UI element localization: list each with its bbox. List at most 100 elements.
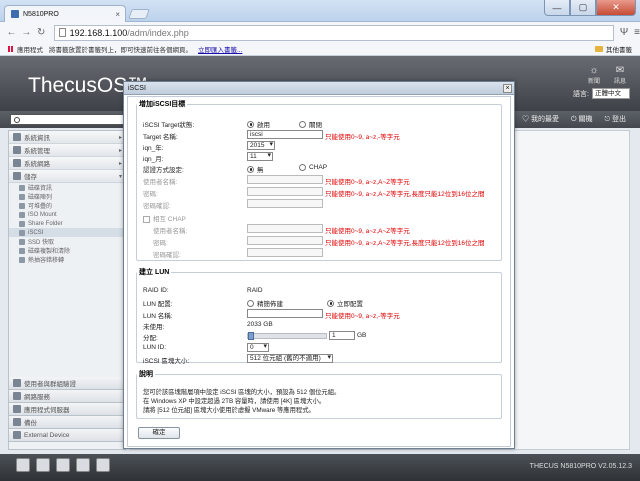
info-icon [13, 133, 21, 141]
sidebar-item-external-device[interactable]: External Device [8, 429, 126, 442]
sidebar-item-share-folder[interactable]: Share Folder [9, 219, 125, 228]
target-name-label: Target 名稱: [143, 134, 178, 141]
sidebar-label: 應用程式伺服器 [24, 407, 70, 414]
sidebar-item-disk-clone[interactable]: 磁碟複製和清除 [9, 246, 125, 255]
sidebar-item-raid[interactable]: 磁碟陣列 [9, 192, 125, 201]
sidebar-item-storage[interactable]: 儲存 ▾ [9, 170, 125, 183]
password-confirm-label: 密碼確認: [143, 203, 171, 210]
sidebar-item-ssd-cache[interactable]: SSD 快取 [9, 237, 125, 246]
username-label: 使用者名稱: [143, 179, 178, 186]
sidebar-sub-label: 磁碟資訊 [28, 186, 53, 192]
mutual-chap-checkbox[interactable]: 相互 CHAP [143, 213, 186, 223]
browser-titlebar: N5810PRO × — ▢ ✕ [0, 0, 640, 22]
minimize-button[interactable]: — [544, 0, 570, 16]
dialog-close-button[interactable]: × [503, 83, 512, 93]
favicon-icon [11, 10, 19, 18]
sidebar-label: 系統網路 [24, 161, 50, 168]
lun-id-select[interactable]: 0 [247, 343, 269, 352]
target-enable-radio[interactable]: 啟用 [247, 119, 270, 129]
news-label: 新聞 [587, 79, 600, 85]
sidebar-item-disk-info[interactable]: 磁碟資訊 [9, 183, 125, 192]
stack-icon [19, 202, 25, 209]
power-icon[interactable] [76, 458, 90, 472]
password-input[interactable] [247, 187, 323, 196]
mutual-username-input[interactable] [247, 224, 323, 233]
search-input[interactable] [10, 114, 130, 125]
block-size-select[interactable]: 512 位元組 (舊的不適用) [247, 354, 333, 363]
auth-none-label: 無 [257, 167, 264, 174]
username-input[interactable] [247, 175, 323, 184]
lun-name-label: LUN 名稱: [143, 313, 173, 320]
forward-icon[interactable]: → [20, 27, 33, 38]
instant-alloc-radio[interactable]: 立即配置 [327, 298, 363, 308]
radio-icon [299, 120, 306, 128]
sidebar-item-network-services[interactable]: 網路服務 [8, 390, 126, 403]
sidebar-item-system-mgmt[interactable]: 系統管理 ▸ [9, 144, 125, 157]
auth-label: 認證方式設定: [143, 167, 184, 174]
storage-icon [13, 172, 21, 180]
sidebar-item-users[interactable]: 使用者與群組驗證 [8, 377, 126, 390]
sidebar-label: 系統管理 [24, 148, 50, 155]
messages-button[interactable]: ✉ 訊息 [614, 65, 626, 85]
favorites-label: 我的最愛 [531, 116, 560, 123]
target-name-input[interactable]: iscsi [247, 130, 323, 139]
auth-chap-radio[interactable]: CHAP [299, 164, 327, 171]
iqn-month-label: iqn_月: [143, 156, 164, 163]
apps-icon[interactable] [8, 46, 14, 52]
tab-close-icon[interactable]: × [115, 10, 120, 19]
browser-tab[interactable]: N5810PRO × [4, 5, 126, 22]
sidebar-item-failover[interactable]: 熱抽容錯移轉 [9, 255, 125, 264]
reload-icon[interactable]: ↻ [35, 27, 48, 38]
auth-none-radio[interactable]: 無 [247, 164, 264, 174]
menu-icon[interactable]: ≡ [634, 27, 640, 38]
close-window-button[interactable]: ✕ [596, 0, 636, 16]
disc-icon [19, 211, 25, 218]
apps-label[interactable]: 應用程式 [17, 44, 43, 54]
sidebar-item-network[interactable]: 系統網路 ▸ [9, 157, 125, 170]
shutdown-link[interactable]: ⏻ 關機 [571, 114, 592, 124]
sidebar-item-iscsi[interactable]: iSCSI [9, 228, 125, 237]
mutual-chap-label: 相互 CHAP [153, 216, 186, 223]
disable-label: 關閉 [309, 122, 322, 129]
sidebar-sub-label: ISO Mount [28, 211, 57, 218]
mutual-password-confirm-input[interactable] [247, 248, 323, 257]
allocation-slider[interactable] [247, 332, 327, 340]
new-tab-button[interactable] [128, 9, 150, 19]
back-icon[interactable]: ← [5, 27, 18, 38]
password-confirm-input[interactable] [247, 199, 323, 208]
sidebar-item-iso-mount[interactable]: ISO Mount [9, 210, 125, 219]
mutual-password-input[interactable] [247, 236, 323, 245]
iqn-year-select[interactable]: 2015 [247, 141, 275, 150]
mutual-password-label: 密碼: [153, 240, 168, 247]
lun-name-input[interactable] [247, 309, 323, 318]
sidebar-item-system-info[interactable]: 系統資訊 ▸ [9, 131, 125, 144]
description-line-2: 在 Windows XP 中設定超過 2TB 容量時，請使用 [4K] 區塊大小… [143, 398, 326, 405]
ok-button[interactable]: 確定 [138, 427, 180, 439]
address-bar[interactable]: 192.168.1.100/adm/index.php [53, 24, 614, 41]
language-select[interactable]: 正體中文 [592, 88, 630, 99]
sidebar-item-stackable[interactable]: 可堆疊的 [9, 201, 125, 210]
firmware-version: THECUS N5810PRO V2.05.12.3 [529, 463, 632, 470]
monitor-icon[interactable] [36, 458, 50, 472]
fan-icon[interactable] [56, 458, 70, 472]
favorites-link[interactable]: ♡ 我的最愛 [522, 114, 559, 124]
other-bookmarks[interactable]: 其他書籤 [595, 44, 632, 54]
target-disable-radio[interactable]: 關閉 [299, 119, 322, 129]
radio-checked-icon [327, 299, 334, 307]
sidebar-item-backup[interactable]: 備份 [8, 416, 126, 429]
import-bookmarks-link[interactable]: 立即匯入書籤... [198, 44, 242, 54]
extension-icon[interactable]: Ψ [620, 27, 628, 38]
sidebar-item-app-server[interactable]: 應用程式伺服器 [8, 403, 126, 416]
iqn-month-select[interactable]: 11 [247, 152, 273, 161]
thin-provision-radio[interactable]: 精簡佈建 [247, 298, 283, 308]
allocation-slider-thumb[interactable] [248, 332, 255, 340]
news-button[interactable]: ☼ 新聞 [588, 65, 600, 85]
logout-link[interactable]: ⎋ 登出 [605, 114, 626, 124]
chevron-down-icon: ▾ [118, 173, 122, 180]
dashboard-icon[interactable] [16, 458, 30, 472]
storage-tree-icon[interactable] [96, 458, 110, 472]
allocation-input[interactable]: 1 [329, 331, 355, 340]
maximize-button[interactable]: ▢ [570, 0, 596, 16]
sidebar-label: 備份 [24, 420, 37, 427]
tools-icon [13, 146, 21, 154]
